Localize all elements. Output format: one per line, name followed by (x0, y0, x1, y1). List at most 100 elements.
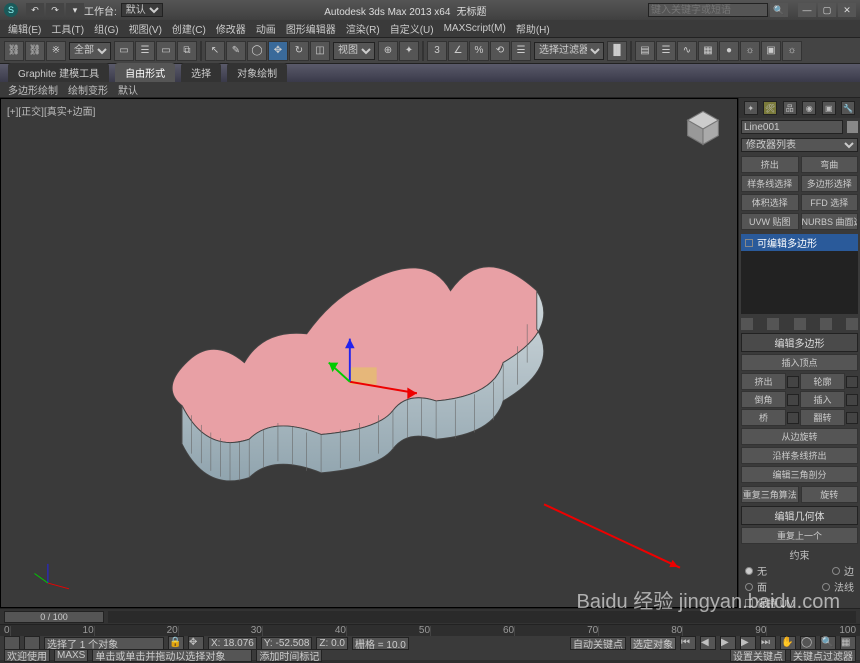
show-end-icon[interactable] (767, 318, 779, 330)
utilities-panel-icon[interactable]: 🔧 (841, 101, 855, 115)
menu-item[interactable]: 自定义(U) (386, 20, 438, 37)
modifier-button[interactable]: 挤出 (741, 156, 799, 173)
object-color-swatch[interactable] (847, 121, 858, 133)
goto-start-icon[interactable]: ⏮ (680, 636, 696, 650)
settings-icon[interactable] (787, 412, 799, 424)
select-name-icon[interactable]: ☰ (135, 41, 155, 61)
align-icon[interactable]: ▤ (635, 41, 655, 61)
lasso-icon[interactable]: ◯ (247, 41, 267, 61)
menu-item[interactable]: 动画 (252, 20, 280, 37)
constraint-edge-radio[interactable] (832, 567, 840, 575)
material-icon[interactable]: ● (719, 41, 739, 61)
remove-mod-icon[interactable] (820, 318, 832, 330)
stack-item-editable-poly[interactable]: 可编辑多边形 (741, 234, 858, 251)
settings-icon[interactable] (846, 412, 858, 424)
selection-filter[interactable]: 全部 (69, 42, 111, 60)
edit-poly-button[interactable]: 翻转 (800, 409, 845, 426)
search-icon[interactable]: 🔍 (770, 3, 788, 17)
menu-item[interactable]: 编辑(E) (4, 20, 45, 37)
rollout-edit-polygons[interactable]: 编辑多边形 (741, 333, 858, 352)
constraint-none-radio[interactable] (745, 567, 753, 575)
turn-button[interactable]: 旋转 (801, 486, 859, 503)
ribbon-tab[interactable]: 自由形式 (115, 63, 175, 82)
auto-key-button[interactable]: 自动关键点 (570, 637, 626, 650)
maxscript-label[interactable]: MAXS (54, 649, 88, 662)
edit-poly-button[interactable]: 挤出 (741, 373, 786, 390)
schematic-icon[interactable]: ▦ (698, 41, 718, 61)
modifier-list[interactable]: 修改器列表 (741, 138, 858, 152)
menu-item[interactable]: 工具(T) (47, 20, 88, 37)
constraint-face-radio[interactable] (745, 583, 753, 591)
retriangulate-button[interactable]: 重复三角算法 (741, 486, 799, 503)
pin-stack-icon[interactable] (741, 318, 753, 330)
set-key-button[interactable]: 设置关键点 (730, 649, 786, 662)
modifier-button[interactable]: 样条线选择 (741, 175, 799, 192)
layer-icon[interactable]: ☰ (656, 41, 676, 61)
select-icon[interactable]: ▭ (114, 41, 134, 61)
snap-toggle-icon[interactable]: 3 (427, 41, 447, 61)
create-panel-icon[interactable]: ✦ (744, 101, 758, 115)
help-search-input[interactable] (648, 3, 768, 17)
track-bar[interactable]: 0102030405060708090100 (0, 625, 860, 636)
time-slider[interactable]: 0 / 100 (4, 611, 104, 623)
prev-frame-icon[interactable]: ◀ (700, 636, 716, 650)
time-track[interactable] (108, 611, 856, 623)
menu-item[interactable]: MAXScript(M) (440, 22, 510, 35)
key-filters-button[interactable]: 关键点过滤器 (790, 649, 856, 662)
menu-item[interactable]: 创建(C) (168, 20, 210, 37)
manip-icon[interactable]: ✦ (399, 41, 419, 61)
modifier-button[interactable]: FFD 选择 (801, 194, 859, 211)
percent-snap-icon[interactable]: % (469, 41, 489, 61)
ribbon-tab[interactable]: 对象绘制 (227, 63, 287, 82)
ribbon-sub-item[interactable]: 绘制变形 (68, 82, 108, 97)
angle-snap-icon[interactable]: ∠ (448, 41, 468, 61)
move-icon[interactable]: ✥ (268, 41, 288, 61)
settings-icon[interactable] (846, 394, 858, 406)
dropdown-icon[interactable]: ▾ (66, 3, 84, 17)
minimize-button[interactable]: — (798, 3, 816, 17)
modifier-button[interactable]: 体积选择 (741, 194, 799, 211)
configure-sets-icon[interactable] (846, 318, 858, 330)
render-setup-icon[interactable]: ☼ (740, 41, 760, 61)
bind-icon[interactable]: ※ (46, 41, 66, 61)
rotate-icon[interactable]: ↻ (289, 41, 309, 61)
select-object-icon[interactable]: ↖ (205, 41, 225, 61)
menu-item[interactable]: 渲染(R) (342, 20, 384, 37)
scale-icon[interactable]: ◫ (310, 41, 330, 61)
modifier-stack[interactable]: 可编辑多边形 (741, 234, 858, 314)
hierarchy-panel-icon[interactable]: 品 (783, 101, 797, 115)
curve-editor-icon[interactable]: ∿ (677, 41, 697, 61)
maximize-button[interactable]: ▢ (818, 3, 836, 17)
render-icon[interactable]: ☼ (782, 41, 802, 61)
edit-poly-button[interactable]: 倒角 (741, 391, 786, 408)
menu-item[interactable]: 视图(V) (125, 20, 166, 37)
make-unique-icon[interactable] (794, 318, 806, 330)
coord-system[interactable]: 视图 (333, 42, 375, 60)
render-frame-icon[interactable]: ▣ (761, 41, 781, 61)
rollout-edit-geometry[interactable]: 编辑几何体 (741, 506, 858, 525)
extrude-along-spline-button[interactable]: 沿样条线挤出 (741, 447, 858, 464)
settings-icon[interactable] (787, 376, 799, 388)
redo-icon[interactable]: ↷ (46, 3, 64, 17)
edit-poly-button[interactable]: 插入 (800, 391, 845, 408)
object-name-field[interactable] (741, 120, 843, 134)
settings-icon[interactable] (787, 394, 799, 406)
menu-item[interactable]: 修改器 (212, 20, 250, 37)
edit-tri-button[interactable]: 编辑三角剖分 (741, 466, 858, 483)
select-paint-icon[interactable]: ✎ (226, 41, 246, 61)
repeat-last-button[interactable]: 重复上一个 (741, 527, 858, 544)
mirror-icon[interactable]: ▐▌ (607, 41, 627, 61)
close-button[interactable]: ✕ (838, 3, 856, 17)
menu-item[interactable]: 帮助(H) (512, 20, 554, 37)
z-coord[interactable]: Z: 0.0 (316, 637, 348, 650)
ribbon-sub-item[interactable]: 默认 (118, 82, 138, 97)
selected-obj-mode[interactable]: 选定对象 (630, 637, 676, 650)
modifier-button[interactable]: UVW 贴图 (741, 213, 799, 230)
modifier-button[interactable]: 弯曲 (801, 156, 859, 173)
add-time-tag[interactable]: 添加时间标记 (256, 649, 322, 662)
ribbon-tab[interactable]: 选择 (181, 63, 221, 82)
constraint-normal-radio[interactable] (822, 583, 830, 591)
edit-poly-button[interactable]: 桥 (741, 409, 786, 426)
settings-icon[interactable] (846, 376, 858, 388)
undo-icon[interactable]: ↶ (26, 3, 44, 17)
